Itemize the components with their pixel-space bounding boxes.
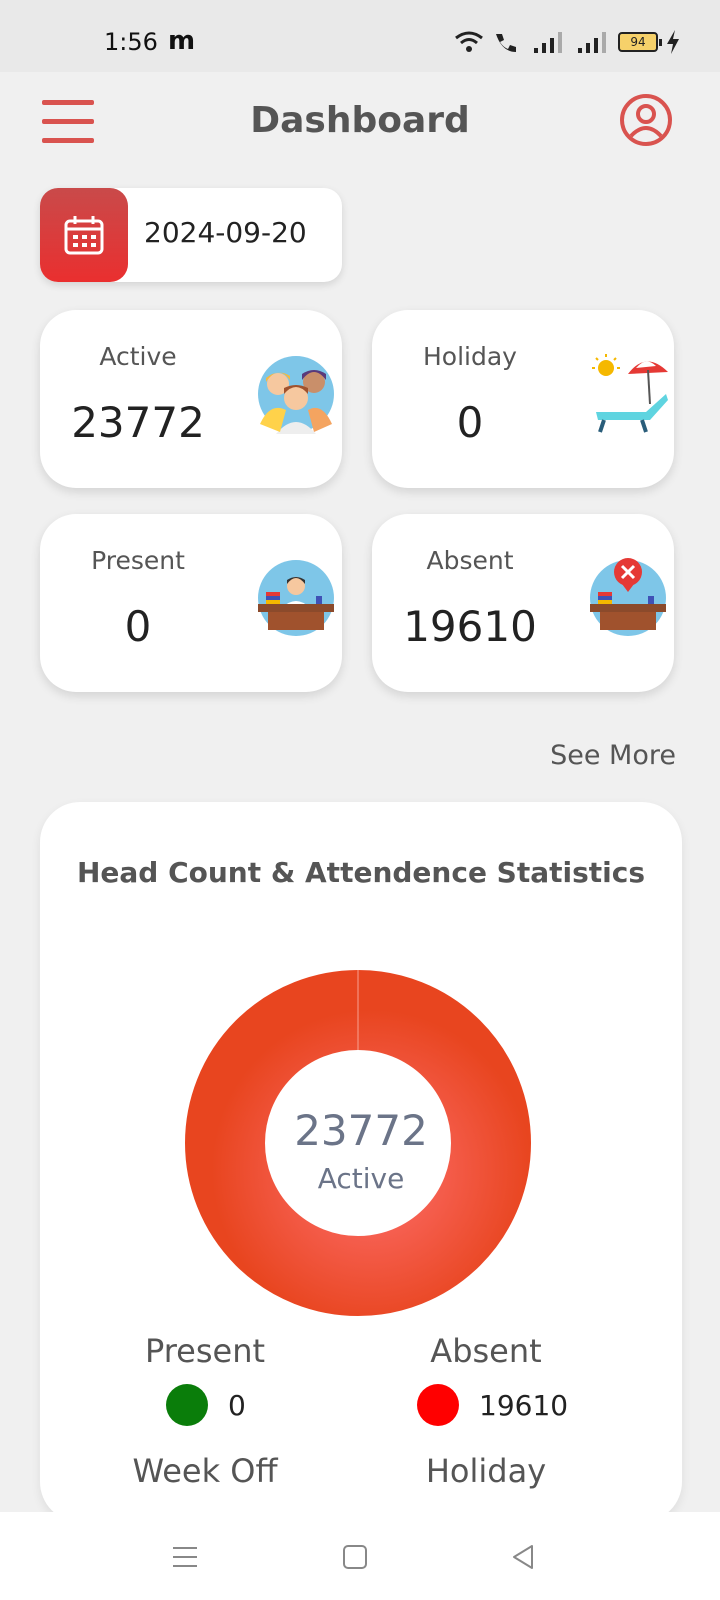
stat-value: 0: [456, 398, 484, 447]
selected-date: 2024-09-20: [144, 216, 307, 249]
beach-chair-icon: [592, 354, 668, 433]
app-header: Dashboard: [0, 72, 720, 172]
legend-dot-present: [166, 1384, 208, 1426]
stat-value: 23772: [71, 398, 205, 447]
call-icon: [496, 34, 516, 52]
charging-icon: [667, 30, 679, 54]
stat-label: Absent: [426, 546, 514, 575]
people-group-icon: [258, 356, 334, 434]
attendance-chart-card: Head Count & Attendence Statistics 23772…: [40, 802, 682, 1522]
signal-icon-2: [578, 32, 606, 53]
legend-weekoff-label: Week Off: [132, 1452, 278, 1490]
user-profile-icon[interactable]: [618, 92, 674, 148]
status-icons: 94: [454, 30, 680, 54]
legend-absent-value: 19610: [479, 1388, 569, 1422]
wifi-icon: [455, 31, 483, 52]
stat-value: 19610: [403, 602, 537, 651]
legend-absent: 19610: [417, 1384, 568, 1426]
stat-card-absent[interactable]: Absent 19610: [372, 514, 674, 692]
stat-label: Present: [91, 546, 185, 575]
stat-value: 0: [124, 602, 152, 651]
donut-center-value: 23772: [294, 1106, 428, 1155]
stat-card-holiday[interactable]: Holiday 0: [372, 310, 674, 488]
absent-desk-icon: [590, 558, 666, 636]
calendar-icon: [64, 216, 104, 255]
legend-present-value: 0: [228, 1388, 246, 1422]
recent-apps-icon[interactable]: [170, 1542, 200, 1572]
date-picker[interactable]: 2024-09-20: [40, 188, 342, 282]
stat-card-present[interactable]: Present 0: [40, 514, 342, 692]
signal-icon-1: [534, 32, 562, 53]
calendar-button[interactable]: [40, 188, 128, 282]
legend-present-label: Present: [144, 1332, 266, 1370]
page-title: Dashboard: [250, 100, 470, 141]
status-bar: 1:56 m 94: [0, 0, 720, 72]
stat-card-active[interactable]: Active 23772: [40, 310, 342, 488]
battery-icon: 94: [618, 32, 662, 52]
app-notification-icon: m: [168, 26, 196, 56]
stat-label: Holiday: [423, 342, 517, 371]
home-icon[interactable]: [340, 1542, 370, 1572]
employee-desk-icon: [258, 560, 334, 636]
legend-holiday-label: Holiday: [425, 1452, 547, 1490]
see-more-link[interactable]: See More: [550, 740, 676, 771]
back-icon[interactable]: [508, 1542, 538, 1572]
donut-center-label: Active: [317, 1162, 405, 1195]
legend-present: 0: [166, 1384, 246, 1426]
legend-dot-absent: [417, 1384, 459, 1426]
stat-label: Active: [99, 342, 177, 371]
legend-absent-label: Absent: [430, 1332, 542, 1370]
status-time: 1:56: [104, 28, 158, 56]
chart-title: Head Count & Attendence Statistics: [76, 856, 646, 889]
system-nav-bar: [0, 1512, 720, 1600]
